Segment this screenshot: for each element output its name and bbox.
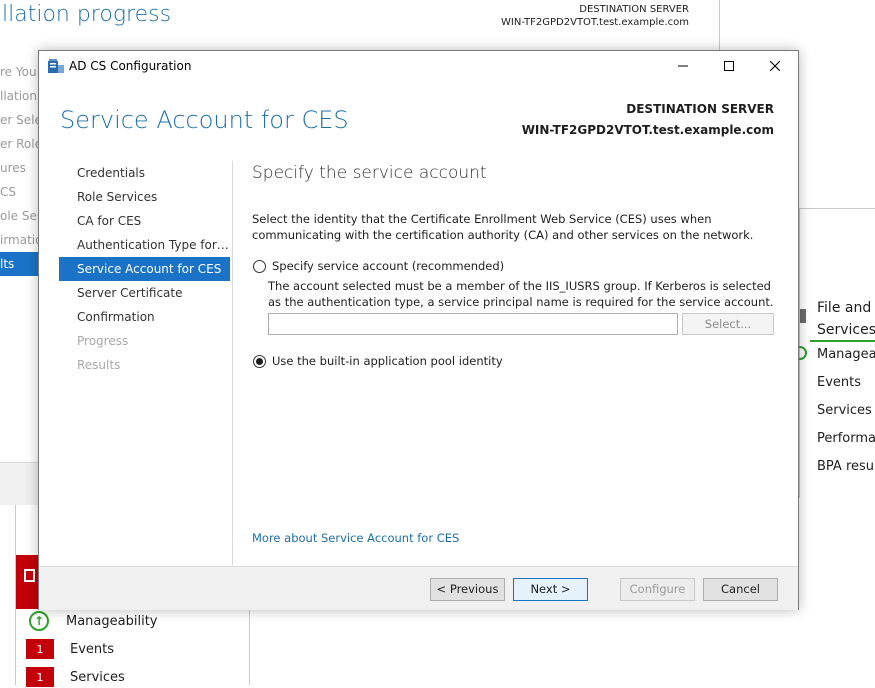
nav-divider (232, 161, 233, 565)
background-role-tile-right: File and Services Managea Events Service… (793, 208, 875, 498)
window-title: AD CS Configuration (69, 59, 192, 73)
tile-item[interactable]: Services (817, 403, 872, 418)
background-nav-item[interactable]: ures (0, 156, 40, 180)
tile-row-label: Events (70, 641, 115, 657)
option-label: Use the built-in application pool identi… (272, 354, 503, 368)
tile-heading[interactable]: File and Services (817, 297, 875, 341)
background-nav-item[interactable]: ole Ser (0, 204, 40, 228)
nav-item-confirmation[interactable]: Confirmation (59, 305, 230, 329)
tile-row-label: Services (70, 669, 125, 685)
next-button[interactable]: Next > (513, 578, 588, 601)
nav-item-results: Results (77, 358, 121, 372)
nav-item-ca-for-ces[interactable]: CA for CES (59, 209, 230, 233)
background-nav-item[interactable]: re You (0, 60, 40, 84)
maximize-icon (724, 61, 734, 71)
close-button[interactable] (752, 51, 798, 81)
tile-heading-line: Services (817, 322, 875, 338)
background-wizard-nav: re You llation T er Selec er Role ures C… (0, 60, 40, 276)
nav-item-credentials[interactable]: Credentials (59, 161, 230, 185)
background-nav-item[interactable]: irmatio (0, 228, 40, 252)
option-builtin-identity[interactable]: Use the built-in application pool identi… (253, 354, 503, 368)
background-wizard-title: llation progress (2, 2, 172, 27)
destination-server-name: WIN-TF2GPD2VTOT.test.example.com (521, 123, 774, 137)
section-description: Select the identity that the Certificate… (252, 212, 754, 242)
close-icon (770, 61, 780, 71)
alert-count-badge: 1 (26, 639, 54, 659)
tile-item[interactable]: BPA resul (817, 459, 875, 474)
background-nav-item[interactable]: er Role (0, 132, 40, 156)
server-manager-app-icon (48, 59, 64, 73)
destination-label: DESTINATION SERVER (626, 102, 774, 116)
option-specify-note: The account selected must be a member of… (268, 279, 774, 309)
destination-server: DESTINATION SERVER WIN-TF2GPD2VTOT.test.… (522, 99, 774, 141)
tile-row-label: Manageability (66, 613, 158, 629)
title-bar[interactable]: AD CS Configuration (39, 51, 798, 81)
background-nav-item[interactable]: CS (0, 180, 40, 204)
tile-item[interactable]: Performan (817, 431, 875, 446)
select-account-button[interactable]: Select... (682, 313, 774, 335)
server-icon (24, 569, 35, 582)
wizard-footer: < Previous Next > Configure Cancel (39, 566, 798, 610)
tile-status-line (810, 340, 875, 342)
server-icon (800, 309, 806, 323)
background-destination-name: WIN-TF2GPD2VTOT.test.example.com (501, 17, 689, 28)
radio-builtin-identity[interactable] (253, 354, 266, 368)
ad-cs-configuration-dialog: AD CS Configuration Service Account for … (38, 50, 799, 610)
alert-count-badge: 1 (26, 667, 54, 687)
more-about-link[interactable]: More about Service Account for CES (252, 531, 459, 545)
previous-button[interactable]: < Previous (430, 578, 505, 601)
server-tile-alert-bar (16, 555, 38, 609)
cancel-button[interactable]: Cancel (703, 578, 778, 601)
service-account-input[interactable] (268, 313, 678, 335)
wizard-nav: Credentials Role Services CA for CES Aut… (59, 161, 230, 377)
configure-button: Configure (620, 578, 695, 601)
background-nav-item-active[interactable]: lts (0, 252, 40, 276)
minimize-button[interactable] (660, 51, 706, 81)
nav-item-server-certificate[interactable]: Server Certificate (59, 281, 230, 305)
maximize-button[interactable] (706, 51, 752, 81)
tile-row-manageability[interactable]: ↑ Manageability (26, 610, 157, 632)
option-specify-account[interactable]: Specify service account (recommended) (253, 259, 504, 273)
tile-row-events[interactable]: 1 Events (26, 638, 114, 660)
nav-item-authentication-type[interactable]: Authentication Type for C... (59, 233, 230, 257)
background-nav-item[interactable]: llation T (0, 84, 40, 108)
background-nav-item[interactable]: er Selec (0, 108, 40, 132)
nav-item-role-services[interactable]: Role Services (59, 185, 230, 209)
nav-item-progress: Progress (77, 334, 129, 348)
tile-item[interactable]: Managea (817, 347, 875, 362)
tile-item[interactable]: Events (817, 375, 861, 390)
option-label: Specify service account (recommended) (272, 259, 505, 273)
tile-heading-line: File and (817, 300, 872, 316)
section-heading: Specify the service account (252, 163, 487, 183)
minimize-icon (678, 65, 688, 67)
background-destination-server: DESTINATION SERVER WIN-TF2GPD2VTOT.test.… (501, 3, 689, 29)
nav-item-service-account[interactable]: Service Account for CES (59, 257, 230, 281)
radio-specify-account[interactable] (253, 259, 266, 273)
page-title: Service Account for CES (60, 106, 349, 134)
background-destination-label: DESTINATION SERVER (579, 4, 689, 15)
up-arrow-status-icon: ↑ (29, 611, 49, 631)
